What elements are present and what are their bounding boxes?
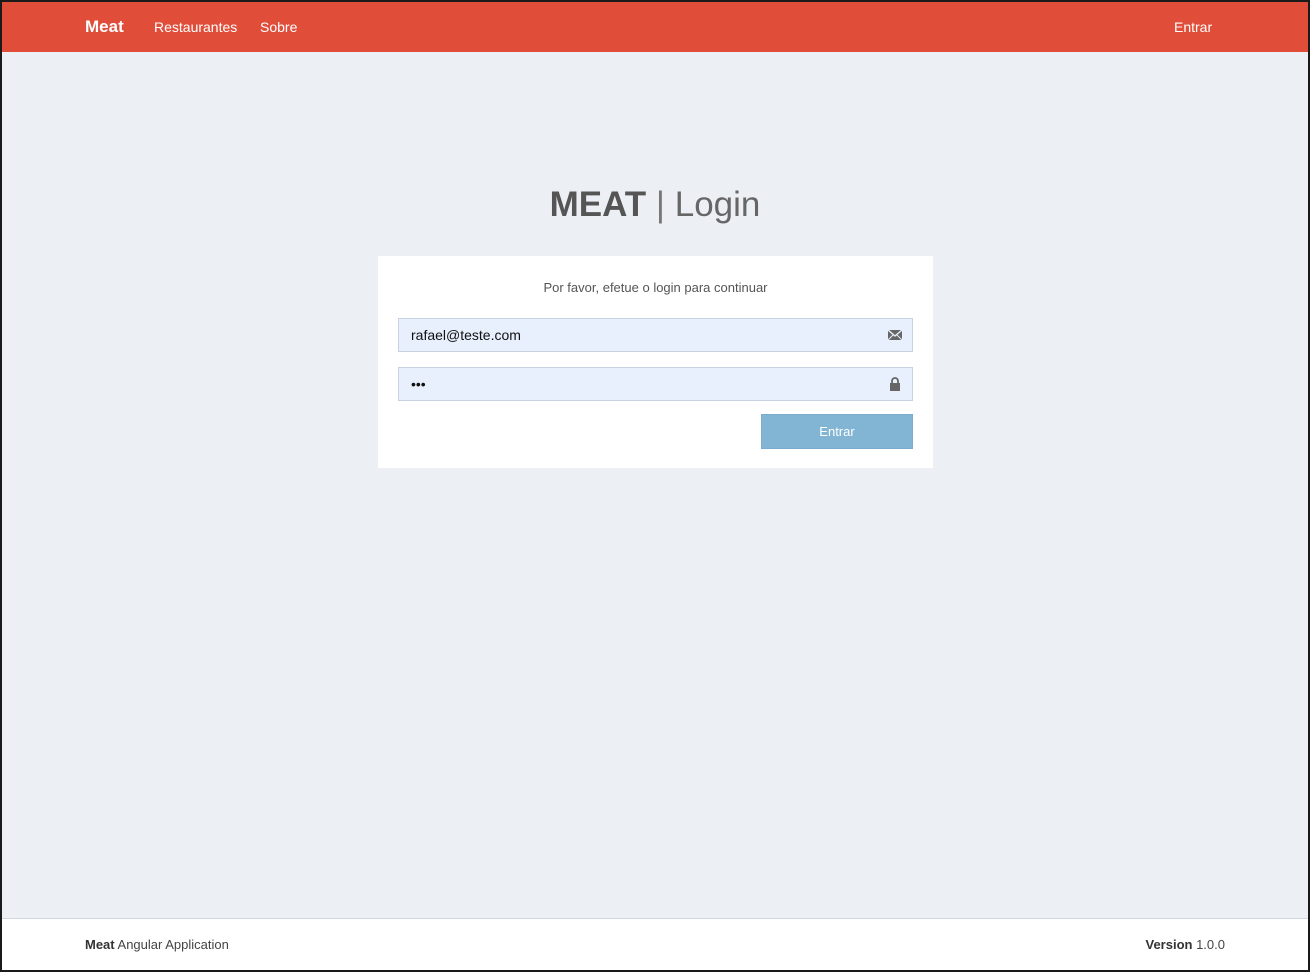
footer-app-name: Meat [85, 937, 115, 952]
footer-version-label: Version [1145, 937, 1193, 952]
lock-icon [890, 377, 900, 391]
title-brand: MEAT [549, 185, 647, 224]
email-input[interactable] [399, 319, 879, 351]
nav-link-restaurantes[interactable]: Restaurantes [154, 19, 237, 35]
page-title: MEAT | Login [2, 185, 1308, 225]
footer-app-desc: Angular Application [117, 937, 229, 952]
envelope-icon [887, 329, 903, 341]
password-field-wrapper [398, 367, 913, 401]
nav-link-sobre[interactable]: Sobre [260, 19, 297, 35]
password-input[interactable] [399, 368, 879, 400]
title-separator: | [655, 185, 665, 224]
brand-logo[interactable]: Meat [85, 17, 124, 37]
nav-link-login[interactable]: Entrar [1174, 19, 1212, 35]
footer-version: Version 1.0.0 [1145, 937, 1225, 952]
footer-app-info: Meat Angular Application [85, 937, 229, 952]
email-field-wrapper [398, 318, 913, 352]
login-card: Por favor, efetue o login para continuar… [378, 256, 933, 468]
login-submit-button[interactable]: Entrar [761, 414, 913, 449]
login-subtitle: Por favor, efetue o login para continuar [543, 280, 768, 295]
footer: Meat Angular Application Version 1.0.0 [2, 918, 1308, 970]
top-navbar: Meat Restaurantes Sobre Entrar [2, 2, 1308, 52]
title-login: Login [674, 185, 761, 224]
footer-version-value: 1.0.0 [1196, 937, 1225, 952]
